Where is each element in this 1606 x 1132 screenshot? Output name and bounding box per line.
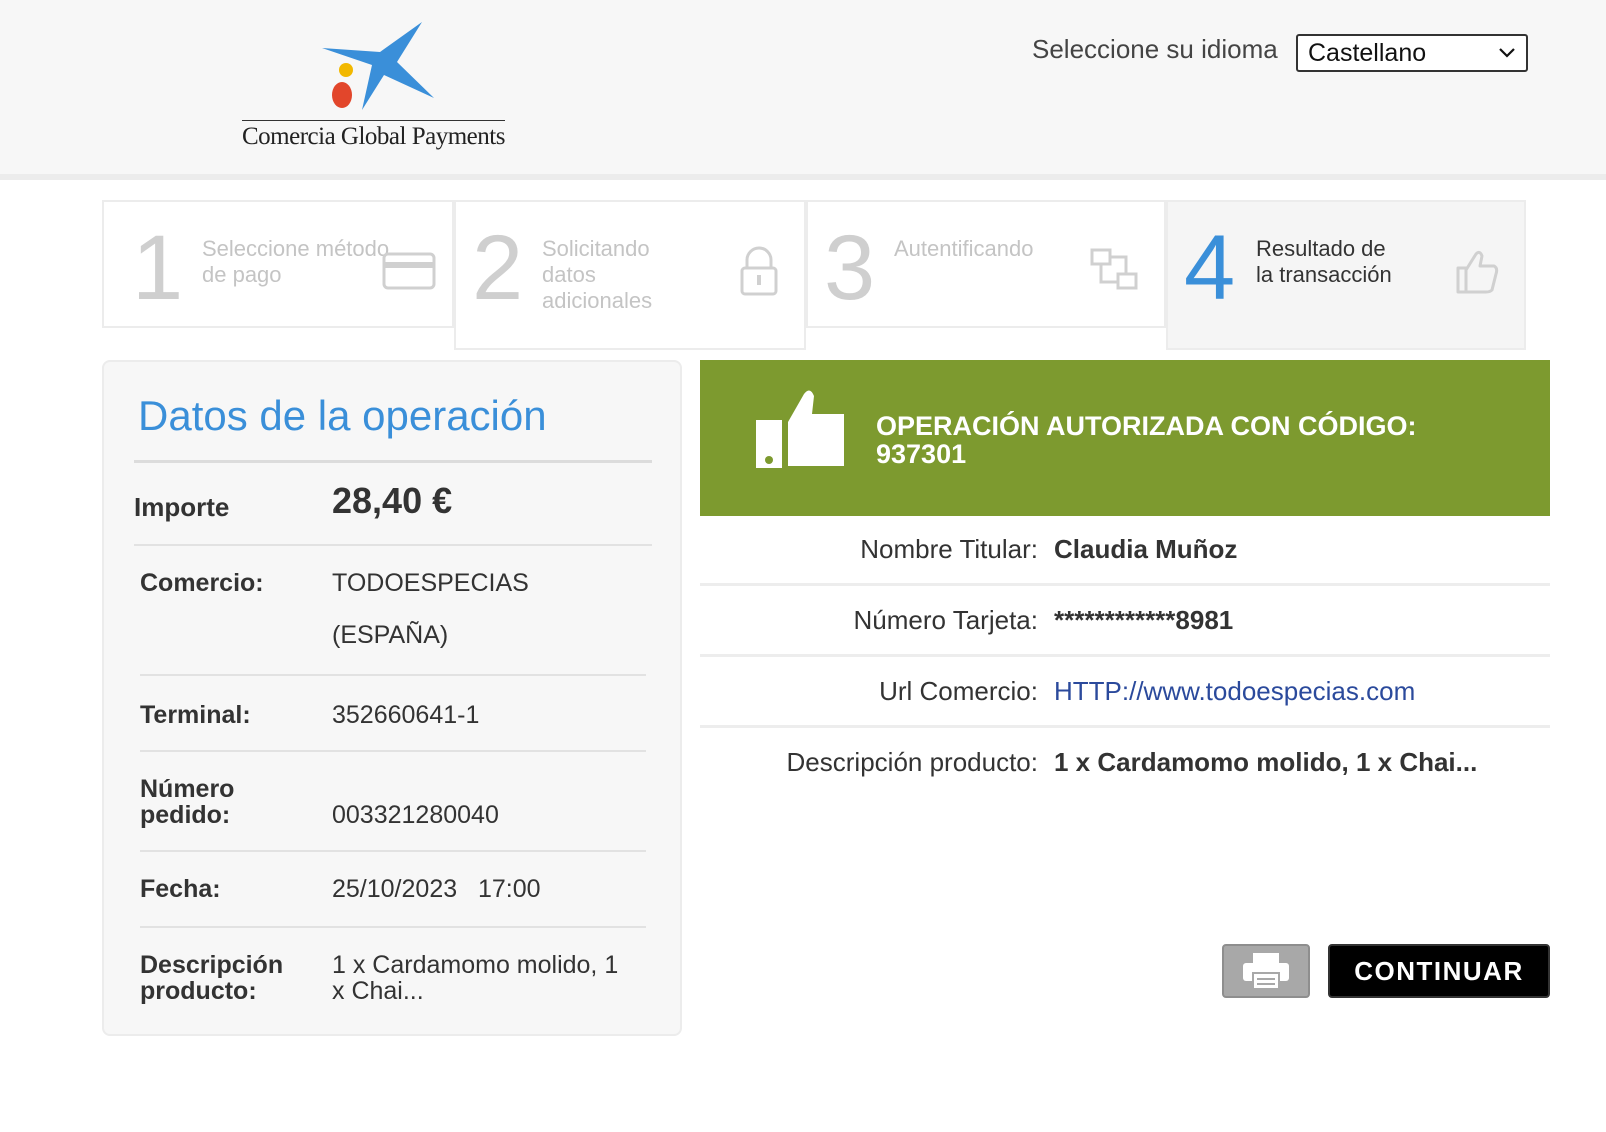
step-4: 4 Resultado de la transacción [1166, 200, 1526, 350]
url-row: Url Comercio: HTTP://www.todoespecias.co… [700, 658, 1550, 728]
authorization-message: OPERACIÓN AUTORIZADA CON CÓDIGO: 937301 [876, 412, 1496, 468]
tarjeta-row: Número Tarjeta: ************8981 [700, 587, 1550, 657]
authorized-banner: OPERACIÓN AUTORIZADA CON CÓDIGO: 937301 [700, 360, 1550, 516]
title-divider [134, 460, 652, 463]
titular-value: Claudia Muñoz [1054, 534, 1238, 564]
transfer-icon [1090, 248, 1138, 290]
authorization-code: 937301 [876, 439, 967, 469]
pedido-value: 003321280040 [332, 801, 499, 829]
authorization-title: OPERACIÓN AUTORIZADA CON CÓDIGO: [876, 411, 1417, 441]
brand-logo: Comercia Global Payments [242, 20, 532, 160]
panel-title: Datos de la operación [138, 392, 547, 439]
printer-icon [1243, 953, 1289, 990]
step-3: 3 Autentificando [806, 200, 1166, 328]
descripcion-label-line1: Descripción [140, 951, 284, 979]
page-header: Comercia Global Payments Seleccione su i… [0, 0, 1606, 180]
language-selected-value: Castellano [1308, 38, 1427, 67]
step-2: 2 Solicitando datos adicionales [454, 200, 806, 350]
lock-icon [740, 246, 778, 296]
comercio-value-line1: TODOESPECIAS [332, 569, 529, 597]
print-button[interactable] [1222, 944, 1310, 998]
step-label: Resultado de la transacción [1256, 236, 1392, 287]
terminal-label: Terminal: [140, 701, 251, 729]
url-label: Url Comercio: [879, 676, 1038, 706]
descripcion-value-line1: 1 x Cardamomo molido, 1 [332, 951, 619, 979]
step-number: 3 [824, 217, 876, 319]
importe-label: Importe [134, 492, 230, 522]
thumbs-up-icon [756, 390, 844, 468]
progress-steps: 1 Seleccione método de pago 2 Solicitand… [102, 200, 1542, 350]
step-number: 2 [472, 217, 524, 319]
language-label: Seleccione su idioma [1032, 34, 1278, 64]
pedido-label-line2: pedido: [140, 801, 231, 829]
pedido-row: Número pedido: 003321280040 [140, 752, 646, 852]
operation-panel: Datos de la operación Importe 28,40 € Co… [102, 360, 682, 1036]
titular-row: Nombre Titular: Claudia Muñoz [700, 516, 1550, 586]
descripcion-row: Descripción producto: 1 x Cardamomo moli… [140, 928, 646, 1018]
titular-label: Nombre Titular: [860, 534, 1038, 564]
thumbs-up-icon [1456, 250, 1499, 294]
descripcion-label-line2: producto: [140, 977, 257, 1005]
descripcion-producto-value: 1 x Cardamomo molido, 1 x Chai... [1054, 747, 1478, 777]
comercio-value-line2: (ESPAÑA) [332, 621, 449, 649]
step-label: Solicitando datos adicionales [542, 236, 653, 313]
descripcion-value-line2: x Chai... [332, 977, 424, 1005]
step-number: 1 [132, 217, 184, 319]
chevron-down-icon [1499, 48, 1515, 58]
step-number: 4 [1184, 217, 1236, 319]
importe-value: 28,40 € [332, 480, 453, 521]
merchant-url-link[interactable]: HTTP://www.todoespecias.com [1054, 676, 1415, 707]
comercio-label: Comercio: [140, 569, 264, 597]
tarjeta-value: ************8981 [1054, 605, 1234, 635]
step-1: 1 Seleccione método de pago [102, 200, 454, 328]
fecha-label: Fecha: [140, 875, 221, 903]
star-logo-icon [322, 22, 434, 110]
step-label: Seleccione método de pago [202, 236, 390, 287]
brand-name: Comercia Global Payments [242, 120, 505, 151]
descripcion-producto-row: Descripción producto: 1 x Cardamomo moli… [700, 729, 1550, 799]
descripcion-producto-label: Descripción producto: [786, 747, 1038, 777]
terminal-row: Terminal: 352660641-1 [140, 676, 646, 752]
credit-card-icon [382, 252, 436, 290]
fecha-value: 25/10/2023 17:00 [332, 875, 541, 903]
tarjeta-label: Número Tarjeta: [853, 605, 1039, 635]
continue-button[interactable]: CONTINUAR [1328, 944, 1550, 998]
comercio-row: Comercio: TODOESPECIAS (ESPAÑA) [140, 548, 646, 676]
fecha-row: Fecha: 25/10/2023 17:00 [140, 852, 646, 928]
step-label: Autentificando [894, 236, 1034, 261]
language-select[interactable]: Castellano [1296, 34, 1528, 72]
terminal-value: 352660641-1 [332, 701, 480, 729]
importe-divider [134, 544, 652, 546]
pedido-label-line1: Número [140, 775, 235, 803]
